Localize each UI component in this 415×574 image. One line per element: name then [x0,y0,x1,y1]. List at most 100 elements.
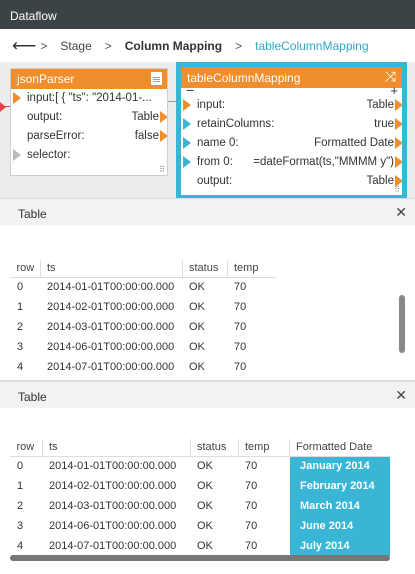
node-row-input[interactable]: input:[ { "ts": "2014-01-... [11,89,167,108]
row-value: true [374,118,394,130]
breadcrumb-separator: > [104,38,112,53]
table-column-mapping-node[interactable]: tableColumnMapping ⤨ − + input: Table re… [176,62,407,200]
row-value: Table [366,175,395,187]
cell: OK [197,460,213,473]
table-column-mapping-header[interactable]: tableColumnMapping ⤨ [181,67,402,88]
output-port-icon[interactable] [395,156,402,168]
cell: 70 [234,341,247,353]
row-value: [ { "ts": "2014-01-... [55,92,152,104]
node-row-from-0[interactable]: from 0: =dateFormat(ts,"MMMM y") [181,153,402,172]
column-header[interactable]: status [182,260,228,278]
cell: 2014-03-01T00:00:00.000 [49,500,177,512]
row-label: from 0: [197,156,233,168]
cell: 2014-06-01T00:00:00.000 [49,520,177,532]
input-port-icon[interactable] [183,137,191,149]
resize-grip-icon[interactable]: ⠿ [159,165,165,174]
output-port-icon[interactable] [160,130,167,142]
cell: OK [197,520,213,532]
table-row[interactable]: 4 2014-07-01T00:00:00.000 OK 70 [11,357,276,377]
cell: 2 [17,321,24,333]
node-row-output[interactable]: output: Table [11,108,167,127]
row-label: input: [27,92,56,104]
row-value: Table [366,99,395,111]
cell: 70 [245,540,258,552]
node-toolbar: − + [181,82,402,98]
resize-grip-icon[interactable]: ⠿ [394,185,400,194]
table-row[interactable]: 1 2014-02-01T00:00:00.000 OK 70 February 201… [11,476,390,496]
column-header[interactable]: row [10,260,41,278]
vertical-scrollbar[interactable] [399,295,405,353]
input-port-icon[interactable] [13,149,21,161]
node-row-input[interactable]: input: Table [181,96,402,115]
node-row-output[interactable]: output: Table [181,172,402,191]
input-port-icon[interactable] [13,92,21,104]
row-label: output: [27,111,63,123]
close-icon[interactable]: ✕ [395,204,407,221]
cell: 0 [17,281,24,294]
breadcrumb-column-mapping[interactable]: Column Mapping [125,39,222,53]
cell: 70 [245,500,258,512]
table-row[interactable]: 0 2014-01-01T00:00:00.000 OK 70 [11,277,276,297]
mapping-icon: ⤨ [384,68,396,84]
json-parser-header[interactable]: jsonParser [11,69,167,89]
input-port-icon[interactable] [183,118,191,130]
node-row-retain-columns[interactable]: retainColumns: true [181,115,402,134]
table-header-row: row ts status temp Formatted Date [10,439,390,457]
column-header[interactable]: Formatted Date [289,439,390,457]
row-value: Table [131,111,160,123]
panel-title: Table ✕ [0,382,415,408]
breadcrumb-separator: > [235,38,243,53]
cell: 1 [17,480,24,492]
table-row[interactable]: 2 2014-03-01T00:00:00.000 OK 70 March 2014 [11,496,390,516]
table-row[interactable]: 3 2014-06-01T00:00:00.000 OK 70 [11,337,276,357]
node-row-name-0[interactable]: name 0: Formatted Date [181,134,402,153]
output-port-icon[interactable] [395,99,402,111]
table-row[interactable]: 4 2014-07-01T00:00:00.000 OK 70 July 2014 [11,536,390,556]
output-port-icon[interactable] [395,137,402,149]
formatted-date-cell: June 2014 [289,516,390,536]
formatted-date-cell: July 2014 [289,536,390,556]
breadcrumb-stage[interactable]: Stage [60,39,91,53]
row-value: =dateFormat(ts,"MMMM y") [253,156,394,168]
cell: 70 [245,520,258,532]
cell: 70 [234,321,247,333]
horizontal-scrollbar[interactable] [10,555,390,561]
cell: 2014-02-01T00:00:00.000 [47,301,175,313]
table-row[interactable]: 2 2014-03-01T00:00:00.000 OK 70 [11,317,276,337]
cell: 3 [17,520,24,532]
table-row[interactable]: 1 2014-02-01T00:00:00.000 OK 70 [11,297,276,317]
breadcrumb-current[interactable]: tableColumnMapping [255,39,368,53]
output-port-icon[interactable] [160,111,167,123]
formatted-date-cell: March 2014 [289,496,390,516]
input-port-icon[interactable] [183,99,191,111]
back-arrow-icon[interactable]: ⟵ [12,37,36,54]
cell: 70 [245,460,258,473]
row-label: input: [197,99,226,111]
flow-canvas[interactable]: jsonParser input:[ { "ts": "2014-01-... … [0,62,415,202]
column-header[interactable]: row [10,439,43,457]
data-table: row ts status temp Formatted Date 0 2014-… [10,439,390,556]
column-header[interactable]: ts [40,260,183,278]
cell: 2014-01-01T00:00:00.000 [47,281,175,294]
cell: 2014-02-01T00:00:00.000 [49,480,177,492]
column-header[interactable]: temp [238,439,290,457]
input-port-icon[interactable] [183,156,191,168]
cell: 2014-03-01T00:00:00.000 [47,321,175,333]
json-parser-node[interactable]: jsonParser input:[ { "ts": "2014-01-... … [10,68,168,176]
column-header[interactable]: ts [42,439,191,457]
formatted-date-cell: January 2014 [289,456,390,476]
cell: 2 [17,500,24,512]
row-label: name 0: [197,137,239,149]
node-row-parse-error[interactable]: parseError: false [11,127,167,146]
column-header[interactable]: temp [227,260,276,278]
cell: OK [197,500,213,512]
table-row[interactable]: 0 2014-01-01T00:00:00.000 OK 70 January 2014 [11,456,390,476]
cell: OK [197,480,213,492]
table-row[interactable]: 3 2014-06-01T00:00:00.000 OK 70 June 2014 [11,516,390,536]
close-icon[interactable]: ✕ [395,387,407,404]
cell: OK [197,540,213,552]
cell: 4 [17,540,24,552]
node-row-selector[interactable]: selector: [11,146,167,165]
output-port-icon[interactable] [395,118,402,130]
column-header[interactable]: status [190,439,239,457]
